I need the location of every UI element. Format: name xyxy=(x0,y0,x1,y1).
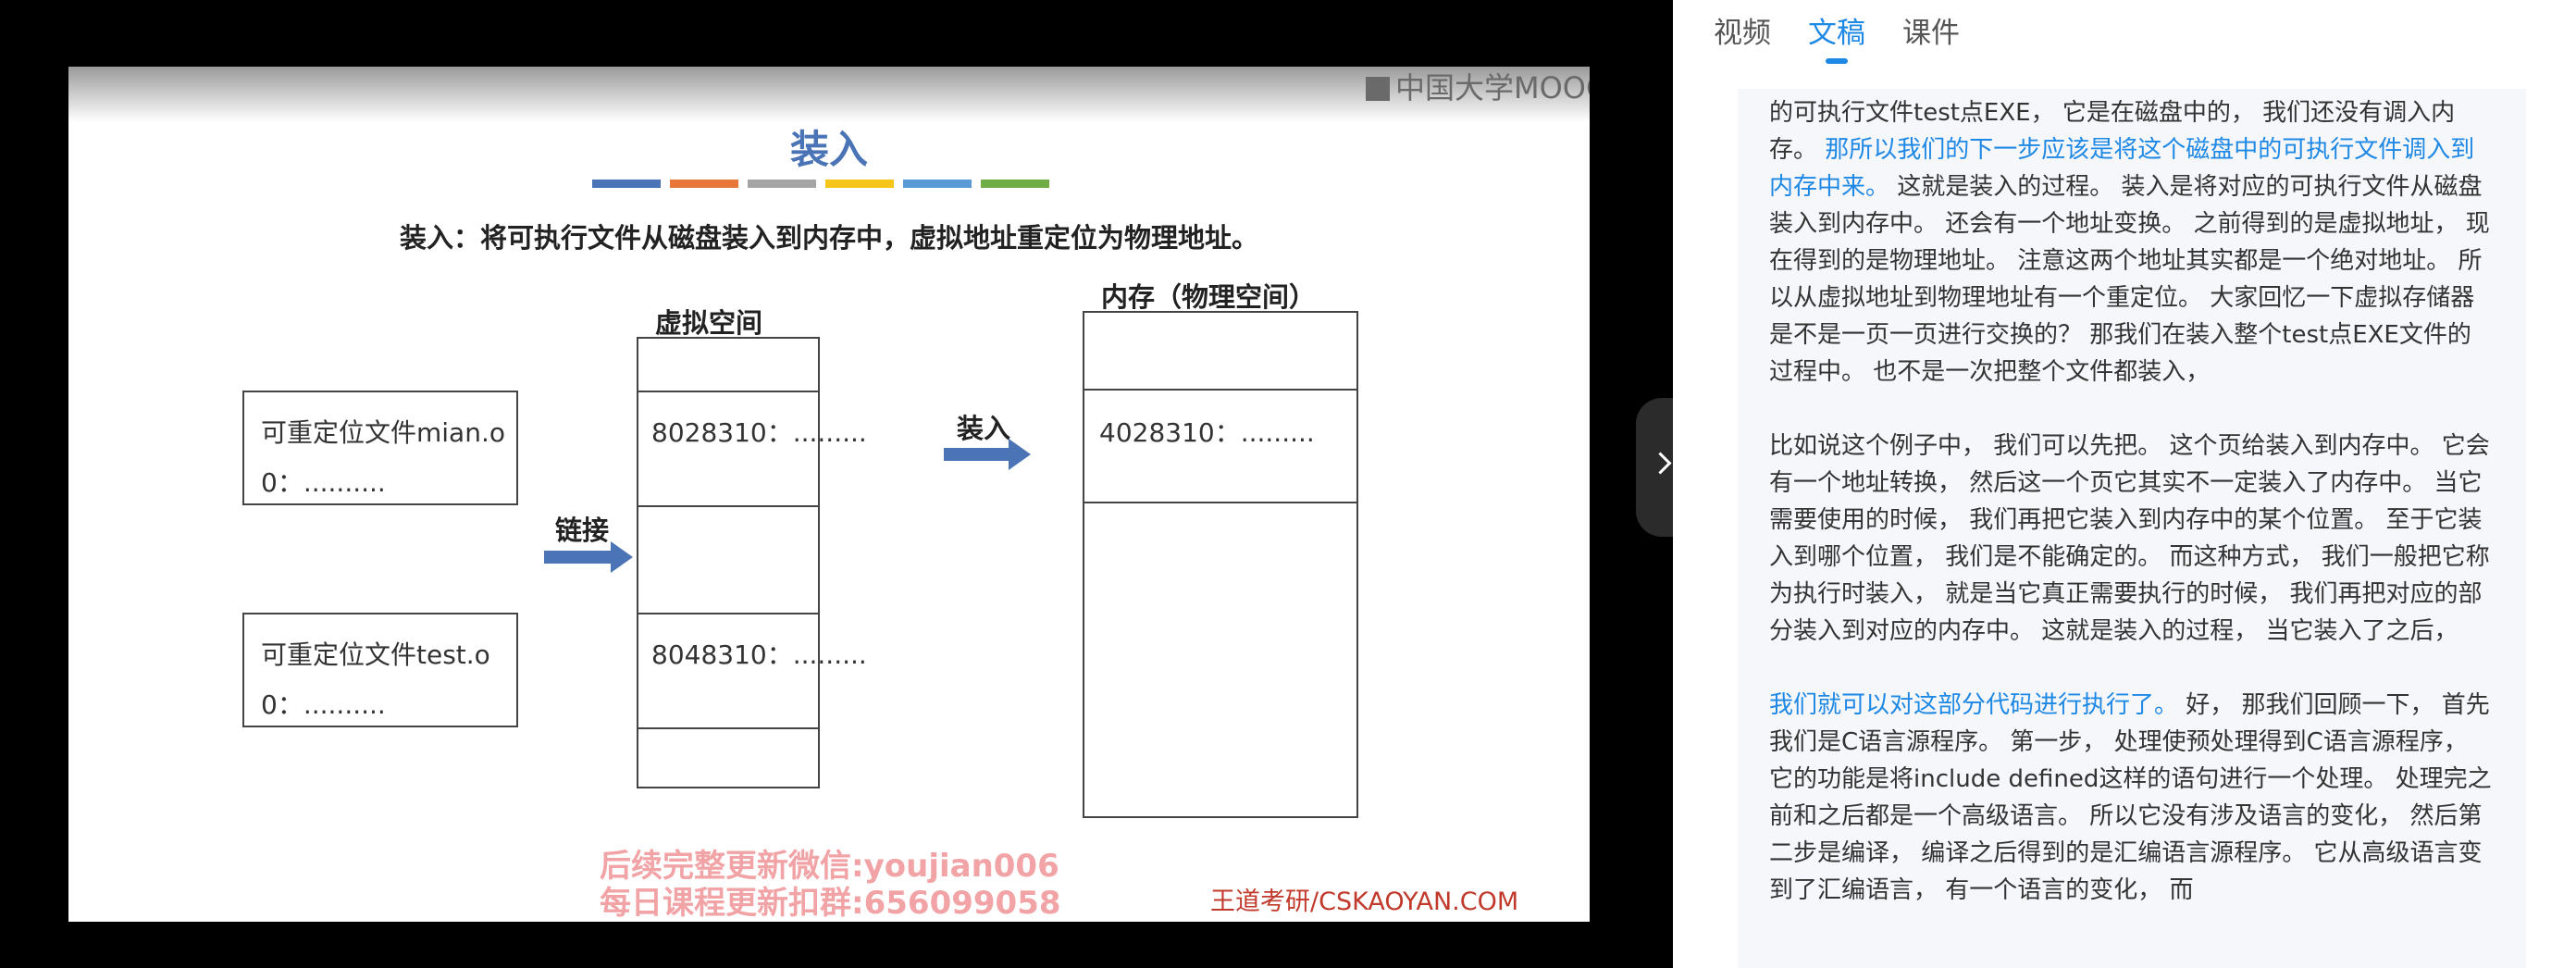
virtual-cell xyxy=(637,505,820,614)
virtual-address-1: 8028310：......... xyxy=(651,417,867,448)
lecture-slide: 中国大学MOOC 装入 装入：将可执行文件从磁盘装入到内存中，虚拟地址重定位为物… xyxy=(68,67,1590,922)
video-player[interactable]: 中国大学MOOC 装入 装入：将可执行文件从磁盘装入到内存中，虚拟地址重定位为物… xyxy=(0,0,1673,968)
relocatable-file-main: 可重定位文件mian.o 0：.......... xyxy=(242,391,518,505)
link-label: 链接 xyxy=(555,515,610,546)
color-bar xyxy=(903,180,972,188)
transcript-paragraph: 比如说这个例子中， 我们可以先把。 这个页给装入到内存中。 它会有一个地址转换，… xyxy=(1769,428,2495,650)
virtual-cell: 8028310：......... xyxy=(637,391,867,507)
transcript-text: 好， 那我们回顾一下， 首先我们是C语言源程序。 第一步， 处理使预处理得到C语… xyxy=(1769,691,2492,904)
file-test-name: 可重定位文件test.o xyxy=(261,639,490,670)
mooc-logo-icon xyxy=(1366,77,1390,101)
memory-address: 4028310：......... xyxy=(1099,417,1315,448)
relocatable-file-test: 可重定位文件test.o 0：.......... xyxy=(242,613,518,727)
slide-top-shade xyxy=(68,67,1590,122)
color-bar xyxy=(748,180,816,188)
virtual-cell xyxy=(637,337,820,392)
virtual-cell: 8048310：......... xyxy=(637,613,867,729)
load-arrow xyxy=(944,439,1031,470)
file-main-name: 可重定位文件mian.o xyxy=(261,417,505,448)
memory-cell xyxy=(1083,502,1358,818)
virtual-address-2: 8048310：......... xyxy=(651,639,867,670)
tab-video[interactable]: 视频 xyxy=(1714,9,1771,51)
slide-subtitle: 装入：将可执行文件从磁盘装入到内存中，虚拟地址重定位为物理地址。 xyxy=(399,222,1258,254)
link-arrow xyxy=(544,541,633,573)
mooc-logo: 中国大学MOOC xyxy=(1366,67,1590,107)
transcript-paragraph: 我们就可以对这部分代码进行执行了。 好， 那我们回顾一下， 首先我们是C语言源程… xyxy=(1769,687,2495,909)
transcript-text: 比如说这个例子中， 我们可以先把。 这个页给装入到内存中。 它会有一个地址转换，… xyxy=(1769,432,2490,645)
panel-tabs: 视频 文稿 课件 xyxy=(1714,9,1960,51)
color-bar xyxy=(825,180,894,188)
transcript-text: 这就是装入的过程。 装入是将对应的可执行文件从磁盘装入到内存中。 还会有一个地址… xyxy=(1769,173,2490,386)
file-main-offset: 0：.......... xyxy=(261,467,386,498)
slide-title: 装入 xyxy=(789,127,868,172)
virtual-cell xyxy=(637,727,820,788)
mooc-logo-text: 中国大学MOOC xyxy=(1395,70,1590,105)
transcript-area[interactable]: 的可执行文件test点EXE， 它是在磁盘中的， 我们还没有调入内存。 那所以我… xyxy=(1738,89,2526,968)
memory-cell xyxy=(1083,311,1358,391)
memory-cell: 4028310：......... xyxy=(1083,389,1358,503)
color-bar xyxy=(592,180,661,188)
virtual-space-label: 虚拟空间 xyxy=(655,307,763,339)
color-bar xyxy=(981,180,1049,188)
memory-label: 内存（物理空间） xyxy=(1101,281,1317,313)
transcript-highlight[interactable]: 我们就可以对这部分代码进行执行了。 xyxy=(1769,691,2178,719)
tab-transcript[interactable]: 文稿 xyxy=(1808,9,1865,51)
side-panel: 视频 文稿 课件 的可执行文件test点EXE， 它是在磁盘中的， 我们还没有调… xyxy=(1673,0,2576,968)
file-test-offset: 0：.......... xyxy=(261,689,386,720)
tab-courseware[interactable]: 课件 xyxy=(1902,9,1960,51)
title-color-bars xyxy=(592,180,1049,188)
watermark-qq: 每日课程更新扣群:656099058 xyxy=(600,885,1061,922)
transcript-paragraph: 的可执行文件test点EXE， 它是在磁盘中的， 我们还没有调入内存。 那所以我… xyxy=(1769,94,2495,391)
color-bar xyxy=(670,180,738,188)
load-label: 装入 xyxy=(957,413,1011,444)
credit-text: 王道考研/CSKAOYAN.COM xyxy=(1210,887,1519,916)
